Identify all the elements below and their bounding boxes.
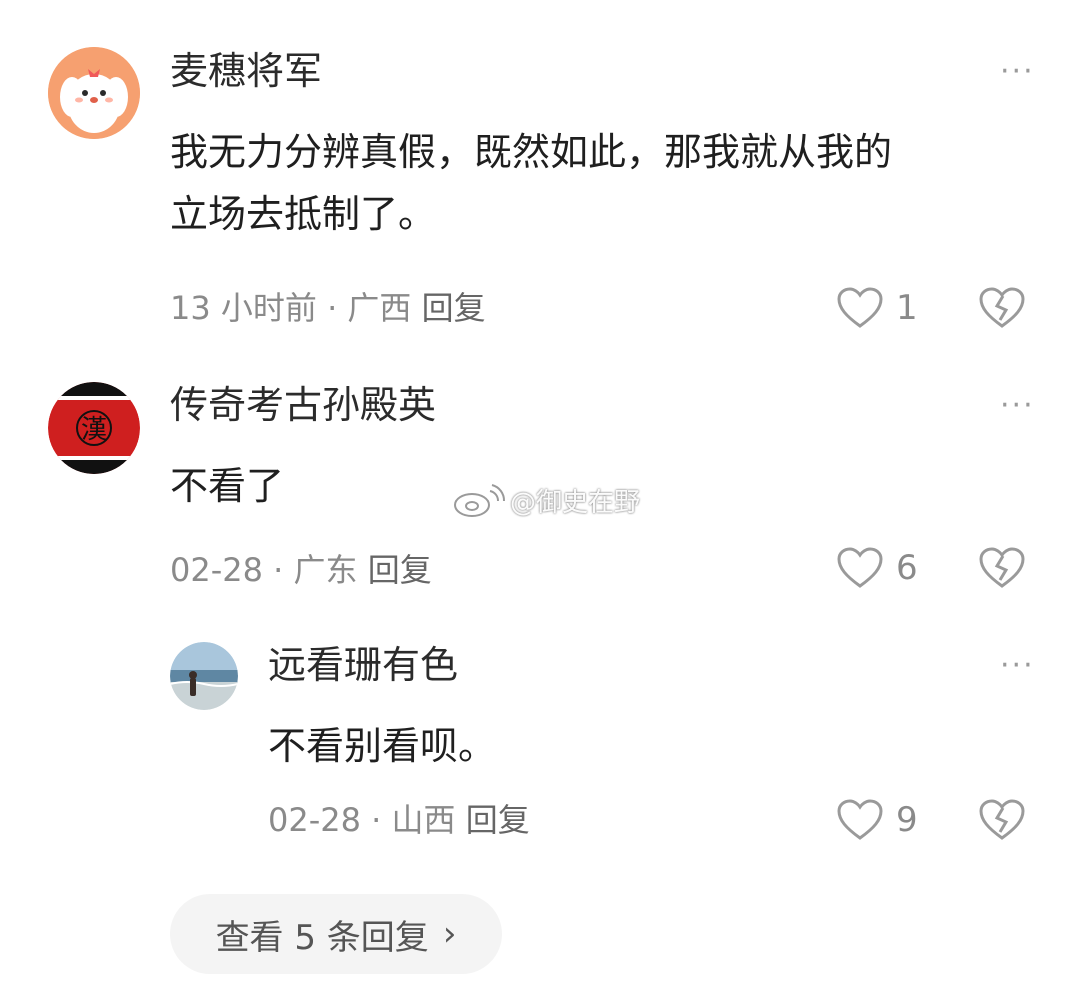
like-count: 1 (896, 288, 918, 328)
comment-location: 广东 (293, 551, 358, 589)
like-button[interactable]: 6 (836, 546, 918, 590)
reply-button[interactable]: 回复 (368, 551, 432, 589)
broken-heart-icon (979, 799, 1025, 840)
reply-username[interactable]: 远看珊有色 (268, 642, 458, 688)
meta-separator: · (327, 289, 338, 327)
broken-heart-icon (979, 287, 1025, 328)
meta-separator: · (371, 801, 382, 839)
avatar-yuankan[interactable] (170, 642, 238, 710)
comment-meta: 13 小时前 · 广西 回复 (170, 288, 486, 328)
reply-time: 02-28 (268, 801, 361, 839)
meta-separator: · (273, 551, 284, 589)
comment-meta: 02-28 · 广东 回复 (170, 550, 432, 590)
more-options-button[interactable]: ··· (1000, 651, 1035, 681)
dislike-button[interactable] (978, 798, 1026, 842)
reply-button[interactable]: 回复 (422, 289, 486, 327)
reply-meta: 02-28 · 山西 回复 (268, 800, 530, 840)
view-more-label: 查看 5 条回复 (215, 917, 429, 958)
like-button[interactable]: 9 (836, 798, 918, 842)
dislike-button[interactable] (978, 286, 1026, 330)
weibo-logo-icon (454, 483, 506, 517)
comment-location: 广西 (347, 289, 412, 327)
beach-photo-avatar-icon (170, 642, 238, 710)
comment-username[interactable]: 麦穗将军 (170, 48, 322, 94)
watermark-text: @御史在野 (510, 488, 641, 518)
watermark: @御史在野 (450, 482, 640, 519)
like-count: 9 (896, 800, 918, 840)
more-options-button[interactable]: ··· (1000, 391, 1035, 421)
heart-icon (836, 546, 884, 590)
reply-button[interactable]: 回复 (466, 801, 530, 839)
puppy-avatar-icon (48, 47, 140, 139)
reply-content: 不看别看呗。 (268, 724, 497, 768)
comment-content-line: 立场去抵制了。 (170, 192, 437, 236)
heart-icon (836, 286, 884, 330)
dislike-button[interactable] (978, 546, 1026, 590)
avatar-maisui[interactable] (48, 47, 140, 139)
like-button[interactable]: 1 (836, 286, 918, 330)
comment-content: 不看了 (170, 464, 285, 508)
view-more-replies-button[interactable]: 查看 5 条回复 › (170, 894, 502, 974)
comment-time: 02-28 (170, 551, 263, 589)
comment-content-line: 我无力分辨真假，既然如此，那我就从我的 (170, 130, 893, 174)
comment-time: 13 小时前 (170, 289, 317, 327)
like-count: 6 (896, 548, 918, 588)
heart-icon (836, 798, 884, 842)
comment-username[interactable]: 传奇考古孙殿英 (170, 382, 436, 428)
broken-heart-icon (979, 547, 1025, 588)
avatar-chuanqi[interactable]: 漢 (48, 382, 140, 474)
reply-location: 山西 (391, 801, 456, 839)
avatar-glyph: 漢 (81, 415, 107, 445)
chevron-right-icon: › (442, 914, 457, 954)
han-flag-avatar-icon: 漢 (48, 382, 140, 474)
more-options-button[interactable]: ··· (1000, 57, 1035, 87)
